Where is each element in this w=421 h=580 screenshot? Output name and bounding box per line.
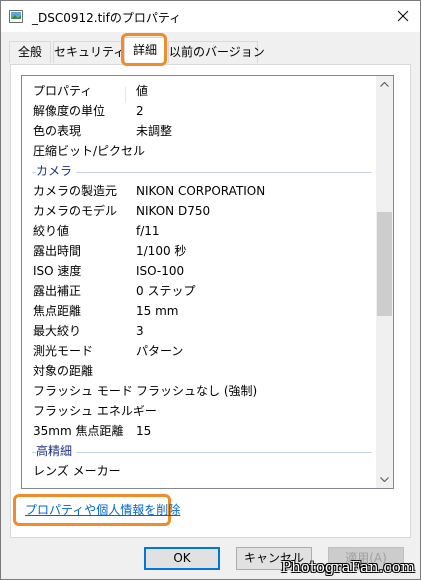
chevron-down-icon	[380, 477, 389, 482]
ok-button[interactable]: OK	[144, 547, 220, 570]
property-value: NIKON CORPORATION	[136, 184, 266, 198]
property-name: 露出補正	[33, 284, 82, 298]
details-list[interactable]: プロパティ 値 解像度の単位 2 色の表現 未調整 圧縮ビット/ピクセル カメラ カ…	[21, 75, 394, 489]
property-value: 2	[136, 104, 144, 118]
property-value: f/11	[136, 224, 160, 238]
property-name: 焦点距離	[33, 304, 82, 318]
chevron-up-icon	[380, 82, 389, 87]
property-name: フラッシュ エネルギー	[33, 404, 157, 418]
list-item[interactable]: 露出補正 0 ステップ	[22, 281, 378, 301]
list-item[interactable]: ISO 速度 ISO-100	[22, 261, 378, 281]
property-name: カメラのモデル	[33, 204, 118, 218]
list-header: プロパティ 値	[22, 81, 378, 103]
property-value: 15	[136, 424, 152, 438]
property-value: パターン	[136, 344, 184, 358]
property-name: 対象の距離	[33, 364, 94, 378]
section-label: カメラ	[36, 161, 77, 181]
close-button[interactable]	[388, 1, 418, 31]
scrollbar-thumb[interactable]	[377, 212, 392, 316]
title-bar: _DSC0912.tifのプロパティ	[1, 1, 420, 32]
vertical-scrollbar[interactable]	[376, 76, 393, 488]
list-item[interactable]: 測光モード パターン	[22, 341, 378, 361]
header-value[interactable]: 値	[136, 81, 148, 101]
property-name: 解像度の単位	[33, 104, 106, 118]
section-advanced-photo: 高精細	[22, 441, 378, 461]
list-item[interactable]: 絞り値 f/11	[22, 221, 378, 241]
property-name: 圧縮ビット/ピクセル	[33, 144, 146, 158]
list-item[interactable]: 対象の距離	[22, 361, 378, 381]
list-item[interactable]: 焦点距離 15 mm	[22, 301, 378, 321]
list-item[interactable]: カメラのモデル NIKON D750	[22, 201, 378, 221]
list-item[interactable]: 露出時間 1/100 秒	[22, 241, 378, 261]
property-value: ISO-100	[136, 264, 185, 278]
scroll-up-button[interactable]	[376, 76, 393, 93]
list-item[interactable]: フラッシュ モード フラッシュなし (強制)	[22, 381, 378, 401]
tab-bar: 全般 セキュリティ 詳細 以前のバージョン	[1, 32, 420, 65]
property-value: 15 mm	[136, 304, 179, 318]
section-label: 高精細	[36, 441, 77, 461]
close-icon	[397, 10, 409, 22]
scroll-down-button[interactable]	[376, 471, 393, 488]
window-title: _DSC0912.tifのプロパティ	[32, 11, 182, 25]
watermark: PhotograFan.com	[281, 558, 415, 576]
tab-security[interactable]: セキュリティ	[53, 41, 125, 63]
property-name: 35mm 焦点距離	[33, 424, 124, 438]
property-value: 未調整	[136, 124, 173, 138]
tif-file-icon	[9, 10, 23, 23]
list-item[interactable]: レンズ メーカー	[22, 461, 378, 481]
remove-properties-link[interactable]: プロパティや個人情報を削除	[25, 501, 180, 518]
header-property[interactable]: プロパティ	[33, 81, 92, 101]
tab-general[interactable]: 全般	[9, 41, 51, 63]
list-item[interactable]: 最大絞り 3	[22, 321, 378, 341]
list-item[interactable]: 解像度の単位 2	[22, 101, 378, 121]
property-name: レンズ メーカー	[33, 464, 121, 478]
property-name: カメラの製造元	[33, 184, 118, 198]
property-name: 色の表現	[33, 124, 82, 138]
properties-dialog: _DSC0912.tifのプロパティ 全般 セキュリティ 詳細 以前のバージョン…	[0, 0, 421, 580]
tab-previous-versions[interactable]: 以前のバージョン	[168, 41, 265, 63]
list-item[interactable]: フラッシュ エネルギー	[22, 401, 378, 421]
property-value: 3	[136, 324, 144, 338]
property-value: 1/100 秒	[136, 244, 187, 258]
list-item[interactable]: 色の表現 未調整	[22, 121, 378, 141]
property-value: フラッシュなし (強制)	[136, 384, 258, 398]
section-divider	[32, 172, 372, 173]
section-divider	[32, 452, 372, 453]
property-name: 測光モード	[33, 344, 94, 358]
list-item[interactable]: 35mm 焦点距離 15	[22, 421, 378, 441]
property-value: NIKON D750	[136, 204, 211, 218]
list-item[interactable]: 圧縮ビット/ピクセル	[22, 141, 378, 161]
list-item[interactable]: カメラの製造元 NIKON CORPORATION	[22, 181, 378, 201]
property-name: 絞り値	[33, 224, 70, 238]
property-name: 露出時間	[33, 244, 82, 258]
property-value: 0 ステップ	[136, 284, 196, 298]
property-name: フラッシュ モード	[33, 384, 133, 398]
highlight-frame	[121, 33, 167, 66]
section-camera: カメラ	[22, 161, 378, 181]
property-name: 最大絞り	[33, 324, 82, 338]
property-name: ISO 速度	[33, 264, 82, 278]
